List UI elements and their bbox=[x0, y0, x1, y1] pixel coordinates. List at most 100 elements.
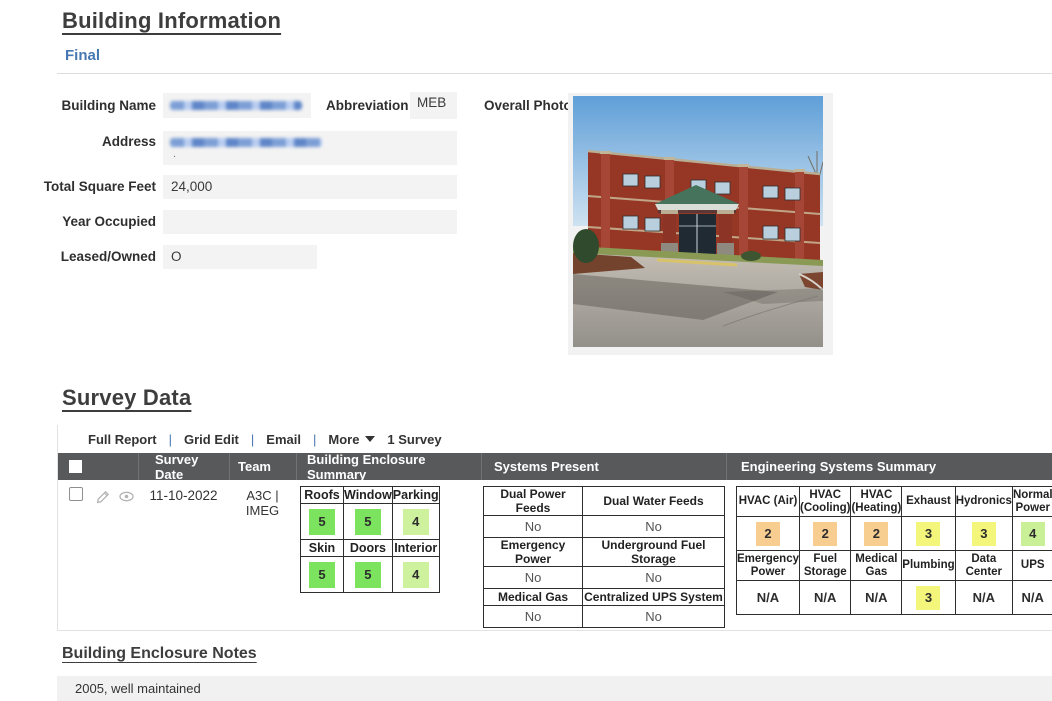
enclosure-summary-table: Roofs Window Parking 5 5 4 Skin Doors In… bbox=[300, 486, 440, 593]
select-all-checkbox[interactable] bbox=[69, 460, 82, 473]
total-square-feet-field: 24,000 bbox=[163, 175, 457, 199]
enclosure-header: Doors bbox=[344, 540, 393, 557]
enclosure-notes-text: 2005, well maintained bbox=[75, 681, 201, 696]
score-badge: 2 bbox=[864, 522, 888, 546]
engineering-header: Emergency Power bbox=[737, 551, 800, 581]
column-header-team: Team bbox=[229, 453, 296, 480]
leased-owned-label: Leased/Owned bbox=[20, 249, 156, 264]
address-label: Address bbox=[20, 134, 156, 149]
engineering-score-cell: 2 bbox=[800, 517, 851, 551]
edit-pencil-icon[interactable] bbox=[95, 488, 112, 505]
engineering-header: Hydronics bbox=[955, 487, 1012, 517]
system-value: No bbox=[583, 567, 725, 589]
engineering-header: HVAC (Air) bbox=[737, 487, 800, 517]
abbreviation-value: MEB bbox=[417, 95, 446, 110]
engineering-summary-table: HVAC (Air) HVAC (Cooling) HVAC (Heating)… bbox=[736, 486, 1052, 615]
building-name-label: Building Name bbox=[20, 98, 156, 113]
table-header-row: Survey Date Team Building Enclosure Summ… bbox=[58, 453, 1052, 480]
enclosure-notes-field: 2005, well maintained bbox=[57, 676, 1052, 701]
table-row: 11-10-2022 A3C | IMEG Roofs Window Parki… bbox=[58, 480, 1052, 631]
score-badge: 3 bbox=[916, 522, 940, 546]
view-eye-icon[interactable] bbox=[118, 488, 135, 505]
row-checkbox[interactable] bbox=[69, 487, 83, 501]
systems-present-table: Dual Power Feeds Dual Water Feeds No No … bbox=[483, 486, 725, 628]
score-badge: N/A bbox=[813, 586, 837, 610]
toolbar-separator: | bbox=[169, 432, 172, 447]
engineering-header: Exhaust bbox=[902, 487, 955, 517]
email-button[interactable]: Email bbox=[266, 432, 301, 447]
engineering-score-cell: N/A bbox=[800, 581, 851, 615]
score-badge: N/A bbox=[864, 586, 888, 610]
engineering-score-cell: N/A bbox=[737, 581, 800, 615]
full-report-button[interactable]: Full Report bbox=[88, 432, 157, 447]
status-label: Final bbox=[57, 47, 100, 64]
score-badge: N/A bbox=[756, 586, 780, 610]
team-cell: A3C | IMEG bbox=[229, 488, 296, 518]
score-badge: 3 bbox=[916, 586, 940, 610]
score-badge: 2 bbox=[813, 522, 837, 546]
system-value: No bbox=[583, 606, 725, 628]
system-header: Emergency Power bbox=[484, 538, 583, 567]
column-header-survey-date: Survey Date bbox=[138, 453, 229, 480]
toolbar-separator: | bbox=[251, 432, 254, 447]
score-badge: 3 bbox=[972, 522, 996, 546]
survey-data-heading[interactable]: Survey Data bbox=[62, 385, 191, 411]
total-square-feet-label: Total Square Feet bbox=[20, 179, 156, 194]
engineering-header: Medical Gas bbox=[851, 551, 902, 581]
address-field: . bbox=[163, 131, 457, 165]
engineering-header: Normal Power bbox=[1012, 487, 1052, 517]
engineering-score-cell: 2 bbox=[851, 517, 902, 551]
enclosure-header: Roofs bbox=[301, 487, 344, 504]
engineering-header: Data Center bbox=[955, 551, 1012, 581]
toolbar-separator: | bbox=[313, 432, 316, 447]
enclosure-header: Interior bbox=[392, 540, 439, 557]
score-badge: 4 bbox=[1021, 522, 1045, 546]
survey-date-cell: 11-10-2022 bbox=[138, 488, 229, 503]
overall-photos-label: Overall Photos bbox=[484, 98, 579, 113]
building-photo[interactable] bbox=[573, 96, 823, 347]
system-header: Dual Power Feeds bbox=[484, 487, 583, 516]
abbreviation-label: Abbreviation bbox=[326, 98, 406, 113]
system-value: No bbox=[484, 606, 583, 628]
status-bar: Final bbox=[57, 47, 1052, 74]
building-enclosure-notes-heading[interactable]: Building Enclosure Notes bbox=[62, 645, 257, 663]
score-badge: 4 bbox=[403, 509, 429, 535]
enclosure-score-cell: 4 bbox=[392, 504, 439, 540]
score-badge: 5 bbox=[309, 509, 335, 535]
leased-owned-value: O bbox=[171, 249, 182, 264]
year-occupied-field bbox=[163, 210, 457, 234]
score-badge: N/A bbox=[1021, 586, 1045, 610]
more-menu-button[interactable]: More bbox=[328, 432, 375, 447]
enclosure-score-cell: 5 bbox=[301, 557, 344, 593]
score-badge: 5 bbox=[355, 509, 381, 535]
enclosure-header: Window bbox=[344, 487, 393, 504]
more-label: More bbox=[328, 432, 359, 447]
system-header: Underground Fuel Storage bbox=[583, 538, 725, 567]
grid-edit-button[interactable]: Grid Edit bbox=[184, 432, 239, 447]
score-badge: N/A bbox=[972, 586, 996, 610]
system-header: Centralized UPS System bbox=[583, 589, 725, 606]
enclosure-score-cell: 5 bbox=[301, 504, 344, 540]
survey-toolbar: Full Report | Grid Edit | Email | More 1… bbox=[58, 425, 1052, 453]
system-header: Medical Gas bbox=[484, 589, 583, 606]
engineering-header: HVAC (Cooling) bbox=[800, 487, 851, 517]
building-name-field bbox=[163, 93, 311, 118]
survey-count-label: 1 Survey bbox=[387, 432, 441, 447]
redacted-building-name bbox=[170, 101, 302, 110]
enclosure-score-cell: 5 bbox=[344, 557, 393, 593]
building-information-heading[interactable]: Building Information bbox=[62, 8, 281, 34]
engineering-score-cell: N/A bbox=[955, 581, 1012, 615]
engineering-score-cell: 3 bbox=[955, 517, 1012, 551]
enclosure-header: Skin bbox=[301, 540, 344, 557]
select-all-cell bbox=[58, 453, 138, 480]
column-header-enclosure: Building Enclosure Summary bbox=[296, 453, 481, 480]
system-value: No bbox=[484, 516, 583, 538]
leased-owned-field: O bbox=[163, 245, 317, 269]
redacted-address bbox=[170, 138, 322, 147]
engineering-score-cell: 3 bbox=[902, 581, 955, 615]
abbreviation-field: MEB bbox=[410, 92, 457, 119]
address-line2: . bbox=[173, 149, 457, 159]
score-badge: 2 bbox=[756, 522, 780, 546]
enclosure-score-cell: 4 bbox=[392, 557, 439, 593]
score-badge: 5 bbox=[309, 562, 335, 588]
